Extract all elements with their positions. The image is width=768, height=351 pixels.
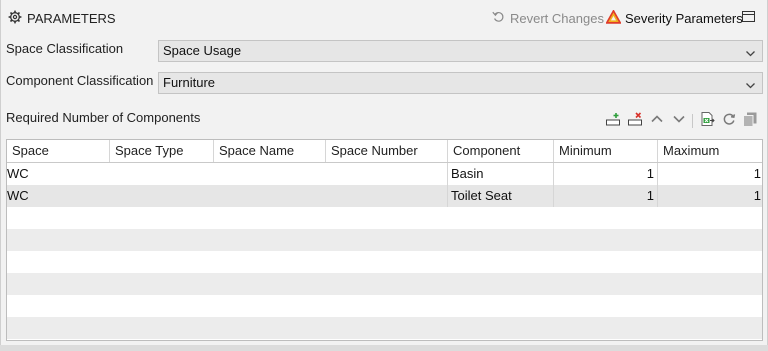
gear-icon: [8, 10, 27, 27]
copy-button[interactable]: [741, 111, 759, 129]
panel-title-text: PARAMETERS: [27, 11, 116, 26]
export-button[interactable]: [698, 111, 716, 129]
component-classification-value: Furniture: [163, 75, 216, 90]
table-header: Space Space Type Space Name Space Number…: [7, 140, 762, 163]
cell-component[interactable]: Basin: [448, 163, 554, 185]
space-classification-label: Space Classification: [6, 41, 124, 56]
column-header-space-name[interactable]: Space Name: [214, 140, 326, 162]
cell-maximum[interactable]: 1: [658, 163, 762, 185]
add-row-icon: [605, 111, 621, 130]
table-row[interactable]: WC Toilet Seat 1 1: [7, 185, 762, 207]
empty-row: [7, 251, 762, 273]
undo-icon: [492, 10, 510, 26]
refresh-icon: [722, 112, 736, 129]
parameters-panel: PARAMETERS Revert Changes Severity Param…: [0, 0, 768, 345]
component-classification-label: Component Classification: [6, 73, 154, 88]
components-table[interactable]: Space Space Type Space Name Space Number…: [6, 139, 763, 341]
cell-space-number[interactable]: [326, 185, 448, 207]
refresh-button[interactable]: [720, 111, 738, 129]
window-icon[interactable]: [742, 11, 755, 22]
cell-space[interactable]: WC: [7, 163, 110, 185]
toolbar-divider: [692, 114, 693, 128]
empty-row: [7, 295, 762, 317]
empty-row: [7, 207, 762, 229]
cell-space[interactable]: WC: [7, 185, 110, 207]
cell-minimum[interactable]: 1: [554, 185, 658, 207]
column-header-space[interactable]: Space: [7, 140, 110, 162]
chevron-down-icon: [745, 77, 756, 97]
empty-row: [7, 229, 762, 251]
export-excel-icon: [699, 111, 715, 130]
severity-parameters-button[interactable]: Severity Parameters: [605, 9, 743, 27]
cell-space-type[interactable]: [110, 185, 214, 207]
empty-row: [7, 317, 762, 339]
cell-space-type[interactable]: [110, 163, 214, 185]
revert-changes-label: Revert Changes: [510, 10, 604, 26]
table-row[interactable]: WC Basin 1 1: [7, 163, 762, 185]
column-header-minimum[interactable]: Minimum: [554, 140, 658, 162]
required-components-label: Required Number of Components: [6, 110, 201, 125]
cell-component[interactable]: Toilet Seat: [448, 185, 554, 207]
delete-row-icon: [627, 111, 643, 130]
cell-space-number[interactable]: [326, 163, 448, 185]
copy-icon: [742, 111, 758, 130]
chevron-up-icon: [650, 112, 664, 129]
component-classification-select[interactable]: Furniture: [158, 72, 763, 94]
add-row-button[interactable]: [604, 111, 622, 129]
chevron-down-icon: [745, 45, 756, 65]
column-header-space-type[interactable]: Space Type: [110, 140, 214, 162]
severity-parameters-label: Severity Parameters: [625, 11, 743, 26]
move-up-button[interactable]: [648, 111, 666, 129]
empty-row: [7, 273, 762, 295]
bottom-bar: [0, 345, 768, 351]
column-header-component[interactable]: Component: [448, 140, 554, 162]
panel-title: PARAMETERS: [8, 10, 116, 27]
column-header-space-number[interactable]: Space Number: [326, 140, 448, 162]
cell-minimum[interactable]: 1: [554, 163, 658, 185]
space-classification-value: Space Usage: [163, 43, 242, 58]
revert-changes-button[interactable]: Revert Changes: [492, 10, 604, 26]
warning-triangle-icon: [605, 9, 625, 27]
cell-maximum[interactable]: 1: [658, 185, 762, 207]
panel-header: PARAMETERS Revert Changes Severity Param…: [1, 0, 767, 34]
cell-space-name[interactable]: [214, 185, 326, 207]
column-header-maximum[interactable]: Maximum: [658, 140, 762, 162]
space-classification-select[interactable]: Space Usage: [158, 40, 763, 62]
delete-row-button[interactable]: [626, 111, 644, 129]
chevron-down-icon: [672, 112, 686, 129]
move-down-button[interactable]: [670, 111, 688, 129]
cell-space-name[interactable]: [214, 163, 326, 185]
